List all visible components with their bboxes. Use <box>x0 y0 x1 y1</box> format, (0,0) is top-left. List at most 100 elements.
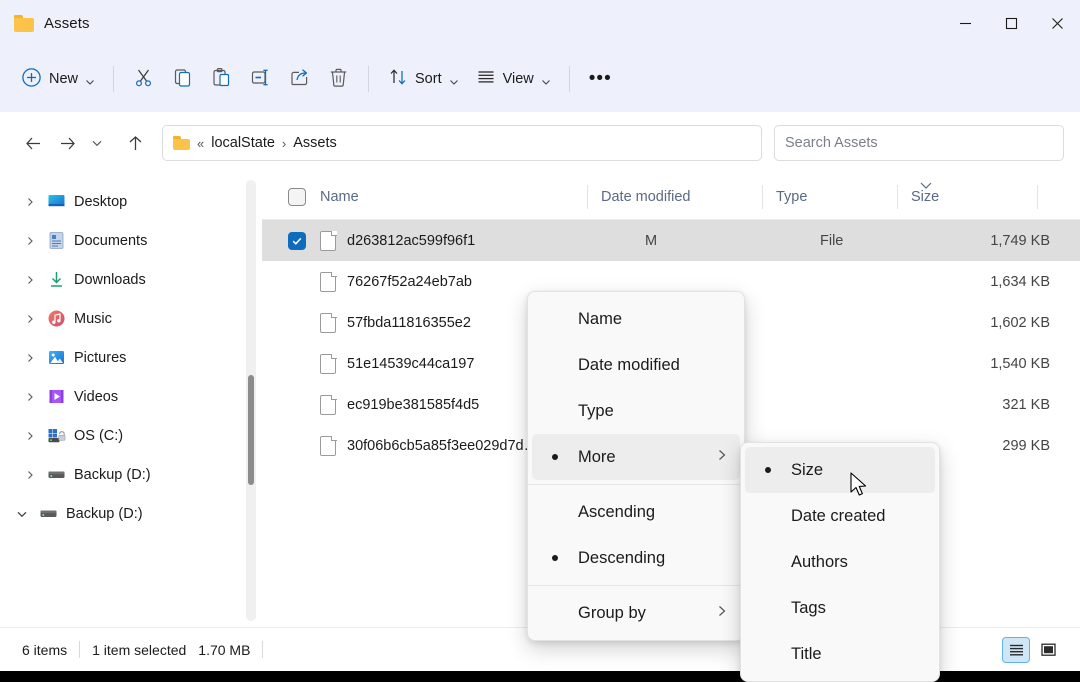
column-header-name[interactable]: Name <box>262 174 587 220</box>
sort-arrows-icon <box>388 67 408 91</box>
sort-menu-item-date-modified[interactable]: Date modified <box>532 342 740 388</box>
paste-button[interactable] <box>202 61 241 97</box>
chevron-right-icon[interactable] <box>22 314 38 324</box>
sort-menu-item-ascending[interactable]: Ascending <box>532 489 740 535</box>
sidebar-item-pictures[interactable]: Pictures <box>6 338 252 377</box>
sidebar-item-label: Backup (D:) <box>74 467 151 483</box>
chevron-right-icon[interactable] <box>22 197 38 207</box>
sidebar-item-documents[interactable]: Documents <box>6 221 252 260</box>
chevron-right-icon[interactable] <box>22 353 38 363</box>
share-icon <box>289 67 310 92</box>
address-bar: « localState › Assets Search Assets <box>0 112 1080 174</box>
sidebar-item-label: OS (C:) <box>74 428 123 444</box>
more-submenu-item-size[interactable]: Size <box>745 447 935 493</box>
chevron-right-icon[interactable] <box>22 470 38 480</box>
sort-menu-item-more[interactable]: More <box>532 434 740 480</box>
file-explorer-window: Assets New <box>0 0 1080 671</box>
menu-item-label: Date created <box>791 507 923 526</box>
menu-item-label: Descending <box>578 549 728 568</box>
bullet-slot <box>532 555 578 561</box>
sidebar-item-desktop[interactable]: Desktop <box>6 182 252 221</box>
large-icons-view-icon[interactable] <box>1034 637 1062 663</box>
command-toolbar: New <box>0 46 1080 112</box>
search-input[interactable]: Search Assets <box>774 125 1064 161</box>
see-more-button[interactable]: ••• <box>580 61 621 97</box>
content-area: Desktop Documents Downloads <box>0 174 1080 627</box>
close-button[interactable] <box>1034 0 1080 46</box>
sidebar-item-backup-d-1[interactable]: Backup (D:) <box>6 455 252 494</box>
rename-button[interactable] <box>241 61 280 97</box>
column-header-date-modified[interactable]: Date modified <box>587 174 762 220</box>
sidebar-item-os-c[interactable]: OS (C:) <box>6 416 252 455</box>
file-name: 51e14539c44ca197 <box>347 356 474 372</box>
up-button[interactable] <box>118 126 152 160</box>
menu-item-label: Size <box>791 461 923 480</box>
cell-date-modified: M <box>645 233 820 249</box>
chevron-right-icon[interactable] <box>22 431 38 441</box>
more-submenu-item-date-created[interactable]: Date created <box>745 493 935 539</box>
sort-menu-item-name[interactable]: Name <box>532 296 740 342</box>
row-checkbox[interactable] <box>288 314 306 332</box>
sidebar-scrollbar-thumb[interactable] <box>248 375 254 485</box>
sidebar-item-downloads[interactable]: Downloads <box>6 260 252 299</box>
sidebar-scrollbar[interactable] <box>246 180 256 621</box>
back-button[interactable] <box>16 126 50 160</box>
cell-name: d263812ac599f96f1 <box>320 231 645 251</box>
breadcrumb-item-1[interactable]: Assets <box>293 135 337 151</box>
minimize-button[interactable] <box>942 0 988 46</box>
menu-separator <box>528 484 744 485</box>
copy-button[interactable] <box>163 61 202 97</box>
chevron-right-icon[interactable] <box>22 392 38 402</box>
plus-circle-icon <box>21 67 42 92</box>
file-icon <box>320 231 336 251</box>
column-header-spacer <box>1037 174 1080 220</box>
rename-icon <box>250 67 271 92</box>
sort-menu-item-descending[interactable]: Descending <box>532 535 740 581</box>
chevron-right-icon[interactable] <box>22 275 38 285</box>
details-view-icon[interactable] <box>1002 637 1030 663</box>
breadcrumb-overflow[interactable]: « <box>197 136 204 151</box>
cell-size: 1,602 KB <box>955 315 1080 331</box>
ellipsis-icon: ••• <box>589 74 612 84</box>
new-button[interactable]: New <box>12 61 103 97</box>
chevron-right-icon <box>716 604 728 623</box>
sort-button[interactable]: Sort <box>379 61 467 97</box>
sort-menu-item-type[interactable]: Type <box>532 388 740 434</box>
sidebar-item-label: Downloads <box>74 272 146 288</box>
share-button[interactable] <box>280 61 319 97</box>
select-all-checkbox[interactable] <box>288 188 306 206</box>
sort-menu-item-group-by[interactable]: Group by <box>532 590 740 636</box>
recent-locations-button[interactable] <box>84 126 110 160</box>
file-icon <box>320 354 336 374</box>
cut-button[interactable] <box>124 61 163 97</box>
chevron-right-icon[interactable] <box>22 236 38 246</box>
cell-size: 299 KB <box>955 438 1080 454</box>
table-row[interactable]: d263812ac599f96f1 M File 1,749 KB <box>262 220 1080 261</box>
forward-button[interactable] <box>50 126 84 160</box>
breadcrumb[interactable]: « localState › Assets <box>162 125 762 161</box>
sidebar-item-music[interactable]: Music <box>6 299 252 338</box>
navigation-pane: Desktop Documents Downloads <box>0 174 262 627</box>
row-checkbox[interactable] <box>288 273 306 291</box>
chevron-down-icon[interactable] <box>14 508 30 520</box>
music-icon <box>46 309 66 329</box>
more-submenu-item-title[interactable]: Title <box>745 631 935 677</box>
sidebar-item-videos[interactable]: Videos <box>6 377 252 416</box>
row-checkbox[interactable] <box>288 232 306 250</box>
cell-name: 76267f52a24eb7ab <box>320 272 645 292</box>
column-header-type[interactable]: Type <box>762 174 897 220</box>
more-submenu-item-tags[interactable]: Tags <box>745 585 935 631</box>
column-header-size[interactable]: Size <box>897 174 1037 220</box>
row-checkbox[interactable] <box>288 396 306 414</box>
menu-item-label: Type <box>578 402 728 421</box>
more-submenu-item-authors[interactable]: Authors <box>745 539 935 585</box>
view-button[interactable]: View <box>467 61 559 97</box>
sidebar-item-backup-d-2[interactable]: Backup (D:) <box>6 494 252 533</box>
sort-button-label: Sort <box>415 71 442 87</box>
breadcrumb-item-0[interactable]: localState <box>211 135 275 151</box>
row-checkbox[interactable] <box>288 437 306 455</box>
cell-type: File <box>820 233 955 249</box>
delete-button[interactable] <box>319 61 358 97</box>
row-checkbox[interactable] <box>288 355 306 373</box>
maximize-button[interactable] <box>988 0 1034 46</box>
